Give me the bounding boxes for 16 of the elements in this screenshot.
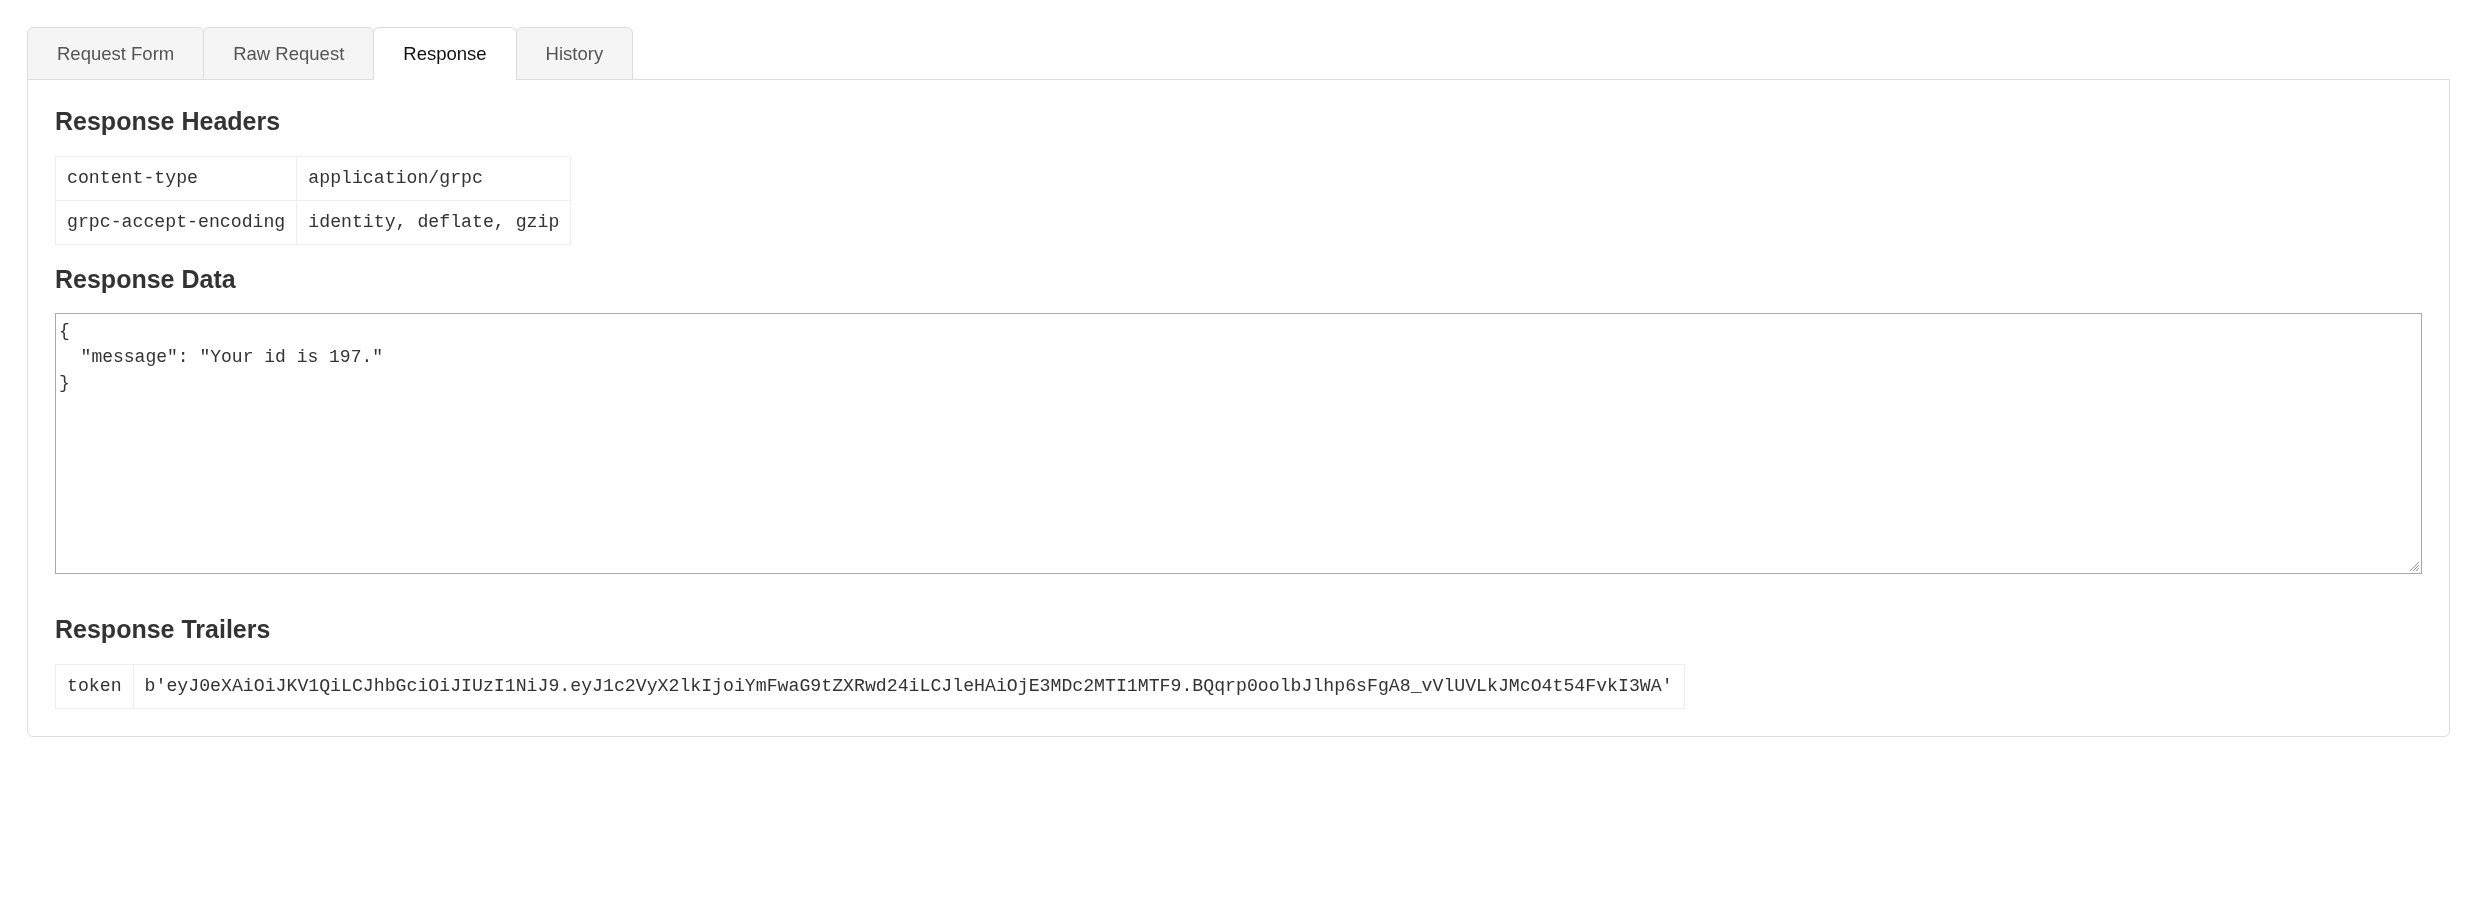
section-heading: Response Headers — [55, 108, 282, 136]
tab[interactable]: Raw Request — [203, 27, 375, 80]
key-cell: content-type — [55, 156, 297, 200]
key-cell: token — [55, 664, 134, 708]
section-heading: Response Trailers — [55, 616, 272, 644]
tab[interactable]: History — [515, 27, 634, 80]
response-data-field[interactable]: { "message": "Your id is 197." } — [55, 313, 2422, 574]
section-heading: Response Data — [55, 265, 237, 293]
tab[interactable]: Request Form — [27, 27, 205, 80]
tab[interactable]: Response — [373, 27, 517, 80]
resize-grip-icon[interactable] — [2409, 561, 2420, 572]
value-cell: identity, deflate, gzip — [296, 200, 571, 244]
json-text: { "message": "Your id is 197." } — [59, 320, 384, 395]
key-cell: grpc-accept-encoding — [55, 200, 297, 244]
value-cell: b'eyJ0eXAiOiJKV1QiLCJhbGciOiJIUzI1NiJ9.eyJ1c2VyX2lkIjoiYmFwaG9tZXRwd24iLCJleHAiOjE3MDc2MTI1MTF9.BQqrp0oolbJlhp6sFgA8_vVlUVLkJMcO4t54FvkI3WA' — [133, 664, 1685, 708]
value-cell: application/grpc — [296, 156, 571, 200]
